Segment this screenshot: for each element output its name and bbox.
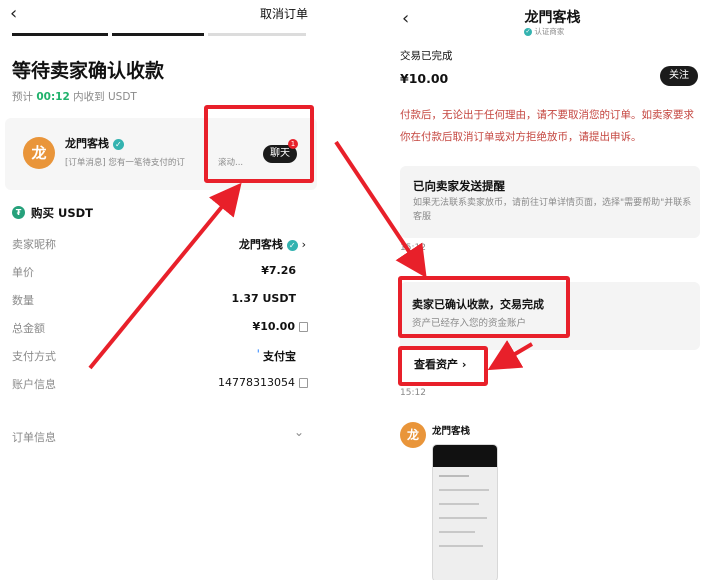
arrow-to-confirmed xyxy=(334,140,427,278)
arrow-to-view-assets xyxy=(487,340,534,371)
annotation-arrows xyxy=(88,140,534,371)
arrow-to-chat xyxy=(88,182,242,370)
